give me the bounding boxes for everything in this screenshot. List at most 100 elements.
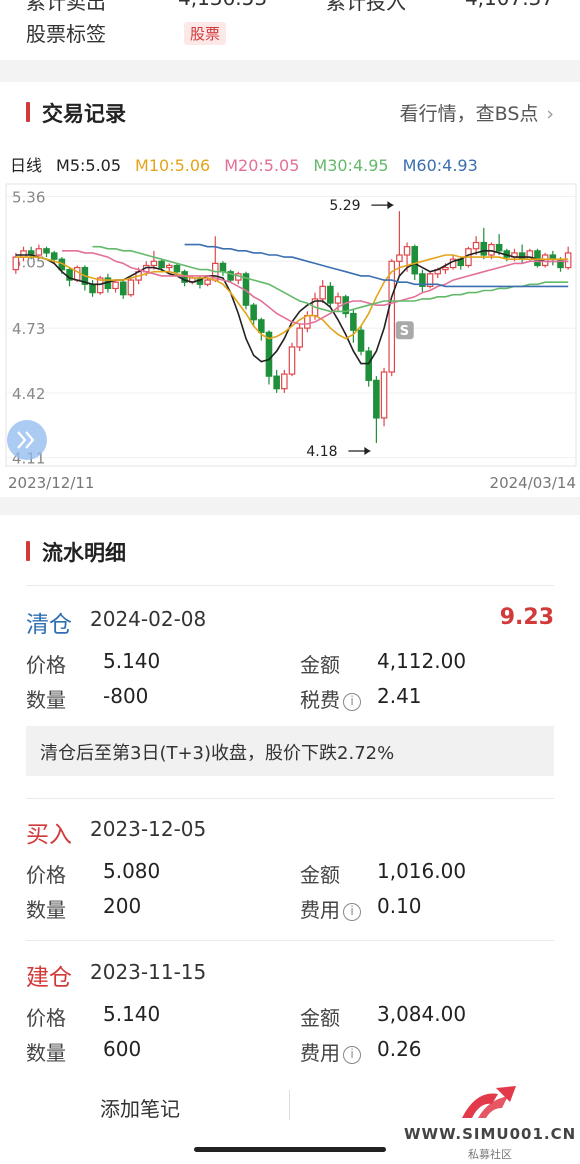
watermark-subtitle: 私募社区: [468, 1148, 512, 1161]
ma-legend: 日线 M5:5.05 M10:5.06 M20:5.05 M30:4.95 M60:4.9…: [10, 152, 492, 176]
candle-body: [495, 243, 503, 252]
stock-tags-label: 股票标签: [26, 22, 106, 46]
candle-body: [150, 260, 158, 267]
candle-body: [334, 296, 342, 304]
ma30-legend: M30:4.95: [313, 156, 389, 175]
candle-body: [564, 252, 572, 269]
sell-marker-label: S: [400, 324, 409, 339]
y-tick-label: 5.36: [12, 189, 45, 207]
candle-body: [488, 243, 495, 256]
record-date: 2023-12-05: [90, 817, 207, 841]
candle-body: [165, 264, 173, 269]
watermark-text: WWW.SIMU001.CN: [404, 1125, 577, 1143]
candlestick-chart[interactable]: 5.365.054.734.424.115.294.18S2023/12/112…: [0, 176, 580, 496]
flow-record-close[interactable]: 清仓 2024-02-08 9.23 价格 5.140 金额 4,112.00 …: [0, 605, 580, 780]
add-note-button[interactable]: 添加笔记: [100, 1093, 180, 1122]
qty-value: -800: [103, 684, 149, 708]
fee-label: 费用 i: [300, 894, 361, 923]
footer-separator: [289, 1090, 290, 1120]
ma20-legend: M20:5.05: [224, 156, 300, 175]
candle-body: [112, 281, 119, 290]
y-tick-label: 4.42: [12, 385, 45, 403]
high-price-annotation: 5.29: [329, 198, 360, 214]
candle-body: [480, 241, 488, 256]
candle-body: [373, 379, 380, 419]
candle-body: [403, 246, 411, 256]
candle-body: [89, 283, 96, 294]
x-start-label: 2023/12/11: [8, 474, 94, 492]
candle-body: [557, 258, 564, 269]
qty-value: 200: [103, 894, 142, 918]
price-value: 5.140: [103, 1002, 161, 1026]
amount-label: 金额: [300, 863, 340, 887]
total-invested-label: 累计投入: [326, 0, 406, 14]
expand-icon: [7, 420, 47, 460]
fee-value: 0.10: [377, 894, 422, 918]
flow-detail-card: 流水明细 清仓 2024-02-08 9.23 价格 5.140 金额 4,11…: [0, 515, 580, 1164]
watermark-logo: [462, 1086, 516, 1118]
info-icon[interactable]: i: [343, 693, 361, 711]
candle-body: [258, 319, 265, 333]
price-value: 5.080: [103, 859, 161, 883]
home-indicator[interactable]: [194, 1147, 386, 1152]
view-market-link[interactable]: 看行情，查BS点 ›: [400, 99, 554, 126]
tax-fee-label: 税费 i: [300, 684, 361, 713]
low-price-annotation: 4.18: [306, 444, 337, 460]
candle-body: [296, 327, 303, 348]
total-invested-value: 4,107.37: [465, 0, 554, 10]
ma-line-m60: [184, 243, 569, 288]
divider: [26, 585, 554, 586]
candle-body: [380, 371, 388, 419]
fee-label: 费用 i: [300, 1037, 361, 1066]
x-end-label: 2024/03/14: [490, 474, 576, 492]
candle-body: [388, 260, 396, 373]
candle-body: [396, 254, 403, 262]
candle-body: [350, 312, 357, 331]
record-type: 买入: [26, 822, 72, 848]
stock-tag-badge[interactable]: 股票: [184, 22, 227, 45]
post-close-note: 清仓后至第3日(T+3)收盘，股价下跌2.72%: [26, 726, 554, 776]
flow-record-open[interactable]: 建仓 2023-11-15 价格 5.140 金额 3,084.00 数量 60…: [0, 958, 580, 1068]
candle-body: [219, 262, 227, 273]
period-label[interactable]: 日线: [10, 156, 42, 175]
amount-value: 3,084.00: [377, 1002, 467, 1026]
flow-detail-header: 流水明细: [0, 527, 580, 577]
candle-body: [518, 252, 526, 260]
candle-body: [73, 266, 81, 281]
candle-body: [472, 241, 480, 250]
price-label: 价格: [26, 653, 66, 677]
section-accent-bar: [26, 541, 30, 561]
y-tick-label: 4.73: [12, 320, 45, 338]
view-market-link-label: 看行情，查BS点: [399, 103, 539, 125]
fee-label-text: 费用: [300, 1041, 340, 1065]
amount-label: 金额: [300, 1006, 340, 1030]
record-date: 2024-02-08: [90, 607, 207, 631]
total-sold-value: 4,136.53: [178, 0, 267, 10]
amount-value: 1,016.00: [377, 859, 467, 883]
price-value: 5.140: [103, 649, 161, 673]
info-icon[interactable]: i: [343, 903, 361, 921]
candle-body: [204, 279, 211, 285]
price-label: 价格: [26, 863, 66, 887]
record-profit: 9.23: [499, 605, 554, 630]
qty-value: 600: [103, 1037, 142, 1061]
candle-body: [250, 304, 257, 321]
candle-body: [158, 260, 165, 269]
candle-body: [273, 375, 280, 390]
divider: [26, 798, 554, 799]
candle-body: [173, 264, 181, 273]
trade-record-title: 交易记录: [42, 102, 126, 126]
summary-row-tags: 股票标签: [26, 18, 554, 48]
price-label: 价格: [26, 1006, 66, 1030]
candle-body: [119, 281, 127, 296]
divider: [26, 940, 554, 941]
record-date: 2023-11-15: [90, 960, 207, 984]
candle-body: [288, 346, 296, 375]
qty-label: 数量: [26, 898, 66, 922]
info-icon[interactable]: i: [343, 1046, 361, 1064]
flow-record-buy[interactable]: 买入 2023-12-05 价格 5.080 金额 1,016.00 数量 20…: [0, 815, 580, 925]
trade-record-card: 交易记录 看行情，查BS点 › 日线 M5:5.05 M10:5.06 M20:5.05…: [0, 82, 580, 497]
candle-body: [411, 246, 419, 275]
amount-label: 金额: [300, 653, 340, 677]
candle-body: [12, 256, 20, 271]
